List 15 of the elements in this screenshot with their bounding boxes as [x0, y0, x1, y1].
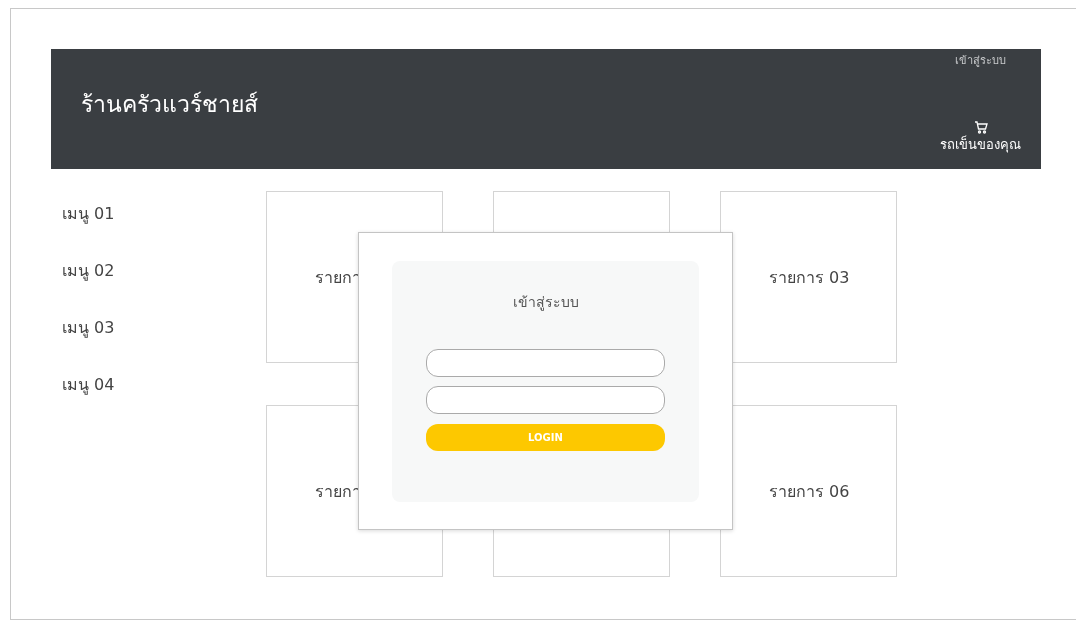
login-link[interactable]: เข้าสู่ระบบ [955, 51, 1006, 69]
cart-icon [973, 121, 988, 134]
menu-item[interactable]: เมนู 01 [62, 203, 266, 225]
product-label: รายการ 03 [769, 266, 850, 289]
menu-item[interactable]: เมนู 02 [62, 260, 266, 282]
password-field[interactable] [426, 386, 665, 414]
menu-item[interactable]: เมนู 04 [62, 374, 266, 396]
dialog-title: เข้าสู่ระบบ [512, 293, 579, 313]
product-label: รายการ 06 [769, 480, 850, 503]
menu-item[interactable]: เมนู 03 [62, 317, 266, 339]
store-title: ร้านครัวแวร์ชายส์ [81, 90, 258, 119]
cart-link[interactable]: รถเข็นของคุณ [940, 121, 1021, 155]
product-card[interactable]: รายการ 06 [720, 405, 897, 577]
username-field[interactable] [426, 349, 665, 377]
product-card[interactable]: รายการ 03 [720, 191, 897, 363]
